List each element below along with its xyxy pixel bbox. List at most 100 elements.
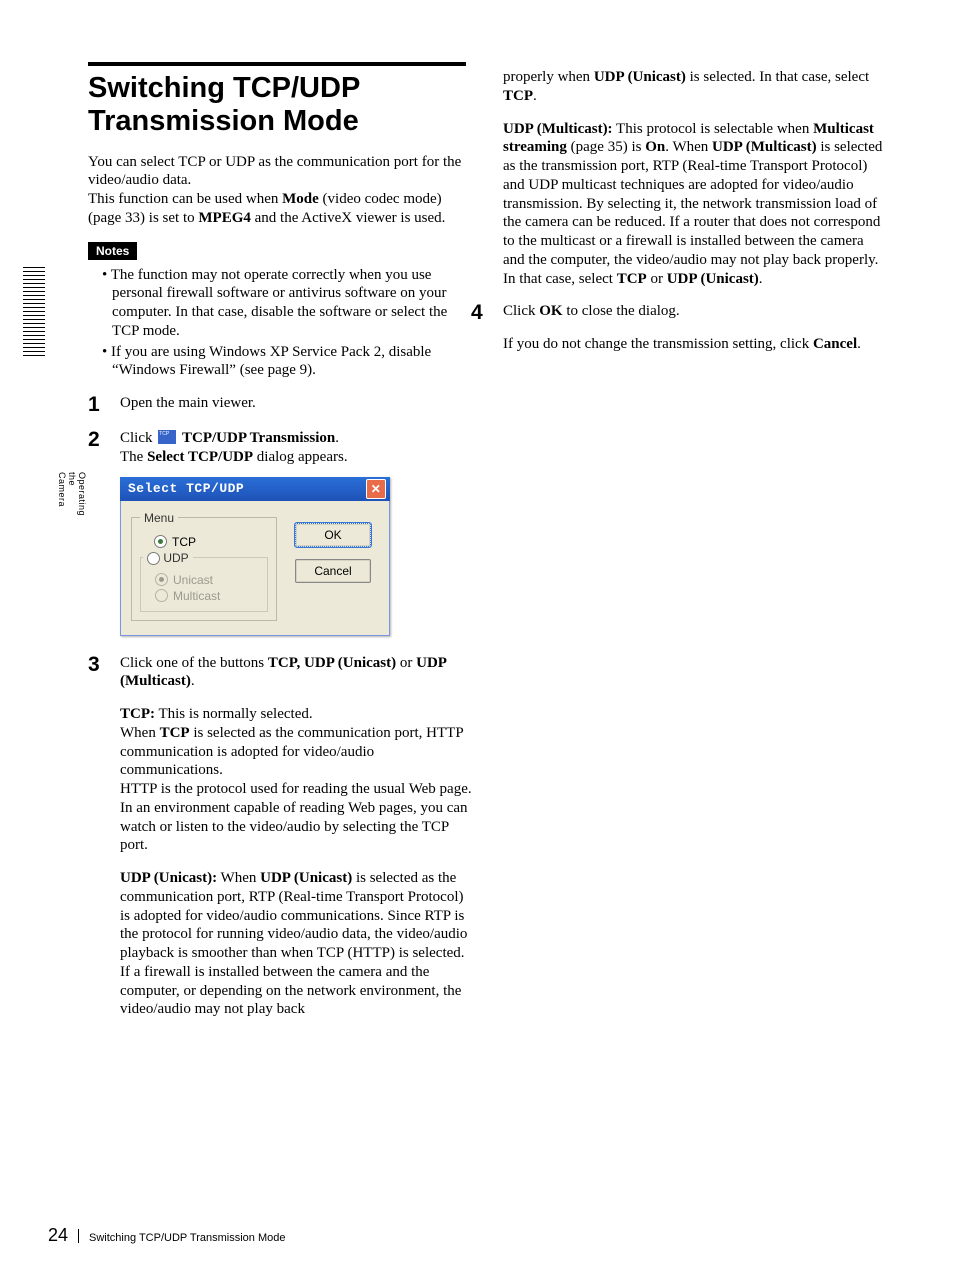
text: is selected as the transmission port, RT… [503, 139, 882, 286]
bold: MPEG4 [198, 210, 251, 226]
unicast-continued: properly when UDP (Unicast) is selected.… [503, 68, 888, 106]
tcp-block: TCP: This is normally selected. When TCP… [120, 705, 473, 855]
radio-unicast: Unicast [155, 573, 261, 587]
close-button[interactable]: ✕ [366, 479, 386, 499]
text: Click one of the buttons [120, 655, 268, 671]
notes-list: The function may not operate correctly w… [88, 266, 473, 381]
close-icon: ✕ [371, 482, 382, 496]
text: and the ActiveX viewer is used. [251, 210, 446, 226]
multicast-block: UDP (Multicast): This protocol is select… [503, 120, 888, 289]
footer-title: Switching TCP/UDP Transmission Mode [89, 1232, 285, 1244]
text: When [217, 870, 260, 886]
bold: UDP (Multicast) [712, 139, 817, 155]
text: Click [120, 430, 156, 446]
tcp-label: TCP: [120, 706, 155, 722]
bold: TCP, UDP (Unicast) [268, 655, 396, 671]
bold: On [645, 139, 665, 155]
dialog-title: Select TCP/UDP [128, 481, 244, 496]
side-tab: Operating the Camera [23, 267, 53, 356]
bold: TCP [160, 725, 190, 741]
step4-sub: If you do not change the transmission se… [503, 335, 888, 354]
text: . [857, 336, 861, 352]
footer-divider [78, 1229, 79, 1243]
step-number: 4 [471, 302, 503, 323]
text: . [533, 88, 537, 104]
text: If you do not change the transmission se… [503, 336, 813, 352]
side-tab-label: Operating the Camera [57, 472, 87, 516]
intro-para-2: This function can be used when Mode (vid… [88, 190, 473, 228]
radio-multicast: Multicast [155, 589, 261, 603]
left-column: Switching TCP/UDP Transmission Mode You … [88, 62, 473, 1019]
step-number: 3 [88, 654, 120, 675]
unicast-block: UDP (Unicast): When UDP (Unicast) is sel… [120, 869, 473, 1019]
page-title: Switching TCP/UDP Transmission Mode [88, 72, 473, 139]
ok-button[interactable]: OK [295, 523, 371, 547]
bold: OK [539, 303, 562, 319]
radio-label: UDP [163, 551, 188, 565]
cancel-button[interactable]: Cancel [295, 559, 371, 583]
text: This function can be used when [88, 191, 282, 207]
multicast-label: UDP (Multicast): [503, 121, 613, 137]
text: to close the dialog. [563, 303, 680, 319]
text: is selected as the communication port, R… [120, 870, 467, 1017]
text: Click [503, 303, 539, 319]
tcpudp-icon [158, 430, 176, 444]
right-column: properly when UDP (Unicast) is selected.… [503, 62, 888, 1019]
step-body: Click TCP/UDP Transmission. The Select T… [120, 429, 473, 467]
text: properly when [503, 69, 594, 85]
text: (page 35) is [567, 139, 645, 155]
text: This protocol is selectable when [613, 121, 814, 137]
radio-icon [147, 552, 160, 565]
text: Open the main viewer. [120, 395, 256, 411]
bold: UDP (Unicast) [260, 870, 352, 886]
page-footer: 24 Switching TCP/UDP Transmission Mode [48, 1225, 285, 1246]
text: dialog appears. [253, 449, 348, 465]
text: In an environment capable of reading Web… [120, 800, 468, 854]
radio-icon [155, 589, 168, 602]
unicast-label: UDP (Unicast): [120, 870, 217, 886]
text: . [191, 673, 195, 689]
radio-label: Unicast [173, 573, 213, 587]
step-number: 1 [88, 394, 120, 415]
note-item: The function may not operate correctly w… [102, 266, 473, 341]
text: . [759, 271, 763, 287]
step-body: Click OK to close the dialog. If you do … [503, 302, 888, 354]
text: is selected. In that case, select [686, 69, 869, 85]
step-3: 3 Click one of the buttons TCP, UDP (Uni… [88, 654, 473, 1020]
bold: UDP (Unicast) [594, 69, 686, 85]
radio-label: TCP [172, 535, 196, 549]
menu-fieldset: Menu TCP UDP Unicast [131, 511, 277, 621]
text: or [647, 271, 667, 287]
radio-label: Multicast [173, 589, 220, 603]
radio-udp[interactable]: UDP [143, 551, 193, 565]
note-item: If you are using Windows XP Service Pack… [102, 343, 473, 381]
radio-icon [155, 573, 168, 586]
dialog-body: Menu TCP UDP Unicast [120, 501, 390, 636]
text: . [335, 430, 339, 446]
notes-badge: Notes [88, 242, 137, 260]
step-body: Open the main viewer. [120, 394, 473, 413]
menu-legend: Menu [140, 511, 178, 525]
bold: UDP (Unicast) [667, 271, 759, 287]
dialog-titlebar: Select TCP/UDP ✕ [120, 477, 390, 501]
page-number: 24 [48, 1225, 68, 1246]
text: The [120, 449, 147, 465]
bold: TCP [617, 271, 647, 287]
text: or [396, 655, 416, 671]
intro-para-1: You can select TCP or UDP as the communi… [88, 153, 473, 191]
radio-tcp[interactable]: TCP [154, 535, 268, 549]
step-number: 2 [88, 429, 120, 450]
step-4: 4 Click OK to close the dialog. If you d… [471, 302, 888, 354]
radio-icon [154, 535, 167, 548]
text: . When [665, 139, 712, 155]
step-2: 2 Click TCP/UDP Transmission. The Select… [88, 429, 473, 467]
udp-fieldset: UDP Unicast Multicast [140, 551, 268, 612]
bold: Cancel [813, 336, 857, 352]
bold: TCP [503, 88, 533, 104]
text: HTTP is the protocol used for reading th… [120, 781, 472, 797]
step-1: 1 Open the main viewer. [88, 394, 473, 415]
bold: Mode [282, 191, 319, 207]
select-tcpudp-dialog: Select TCP/UDP ✕ Menu TCP [120, 477, 390, 636]
step-body: Click one of the buttons TCP, UDP (Unica… [120, 654, 473, 1020]
heading-rule [88, 62, 466, 66]
